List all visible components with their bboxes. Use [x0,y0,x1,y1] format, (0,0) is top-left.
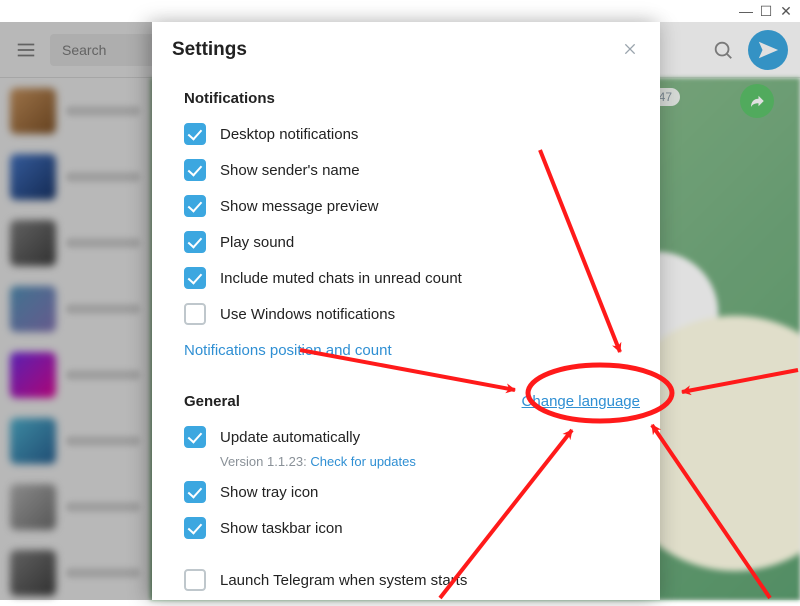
setting-include-muted-unread[interactable]: Include muted chats in unread count [184,261,640,295]
setting-label: Show message preview [220,198,378,215]
maximize-button[interactable]: ☐ [760,5,772,17]
version-label: Version 1.1.23: [220,454,310,469]
dialog-body: Notifications Desktop notifications Show… [152,78,660,600]
setting-show-sender-name[interactable]: Show sender's name [184,153,640,187]
setting-label: Launch Telegram when system starts [220,572,467,589]
setting-label: Update automatically [220,429,360,446]
checkbox[interactable] [184,231,206,253]
setting-show-taskbar-icon[interactable]: Show taskbar icon [184,511,640,545]
notifications-position-link[interactable]: Notifications position and count [184,342,392,359]
setting-show-message-preview[interactable]: Show message preview [184,189,640,223]
setting-label: Show sender's name [220,162,360,179]
window-close-button[interactable]: ✕ [780,5,792,17]
setting-update-automatically[interactable]: Update automatically [184,420,640,454]
check-for-updates-link[interactable]: Check for updates [310,454,416,469]
checkbox[interactable] [184,195,206,217]
modal-overlay-right [660,22,800,600]
setting-label: Desktop notifications [220,126,358,143]
window-controls: — ☐ ✕ [732,0,800,22]
setting-label: Include muted chats in unread count [220,270,462,287]
modal-overlay-left [0,22,152,600]
setting-play-sound[interactable]: Play sound [184,225,640,259]
minimize-button[interactable]: — [740,5,752,17]
setting-windows-notifications[interactable]: Use Windows notifications [184,297,640,331]
dialog-header: Settings [152,22,660,78]
settings-dialog: Settings Notifications Desktop notificat… [152,22,660,600]
setting-label: Play sound [220,234,294,251]
setting-launch-on-startup[interactable]: Launch Telegram when system starts [184,563,640,597]
checkbox[interactable] [184,481,206,503]
dialog-title: Settings [172,39,247,61]
checkbox[interactable] [184,569,206,591]
general-heading: General [184,393,240,410]
setting-show-tray-icon[interactable]: Show tray icon [184,475,640,509]
version-text: Version 1.1.23: Check for updates [220,454,640,469]
setting-label: Show taskbar icon [220,520,343,537]
checkbox[interactable] [184,267,206,289]
checkbox[interactable] [184,123,206,145]
checkbox[interactable] [184,303,206,325]
setting-label: Use Windows notifications [220,306,395,323]
setting-desktop-notifications[interactable]: Desktop notifications [184,117,640,151]
setting-label: Show tray icon [220,484,318,501]
checkbox[interactable] [184,517,206,539]
checkbox[interactable] [184,159,206,181]
notifications-heading: Notifications [184,90,640,107]
notifications-position-link-row: Notifications position and count [184,333,640,367]
checkbox[interactable] [184,426,206,448]
close-icon[interactable] [622,41,640,59]
change-language-link[interactable]: Change language [522,393,640,410]
